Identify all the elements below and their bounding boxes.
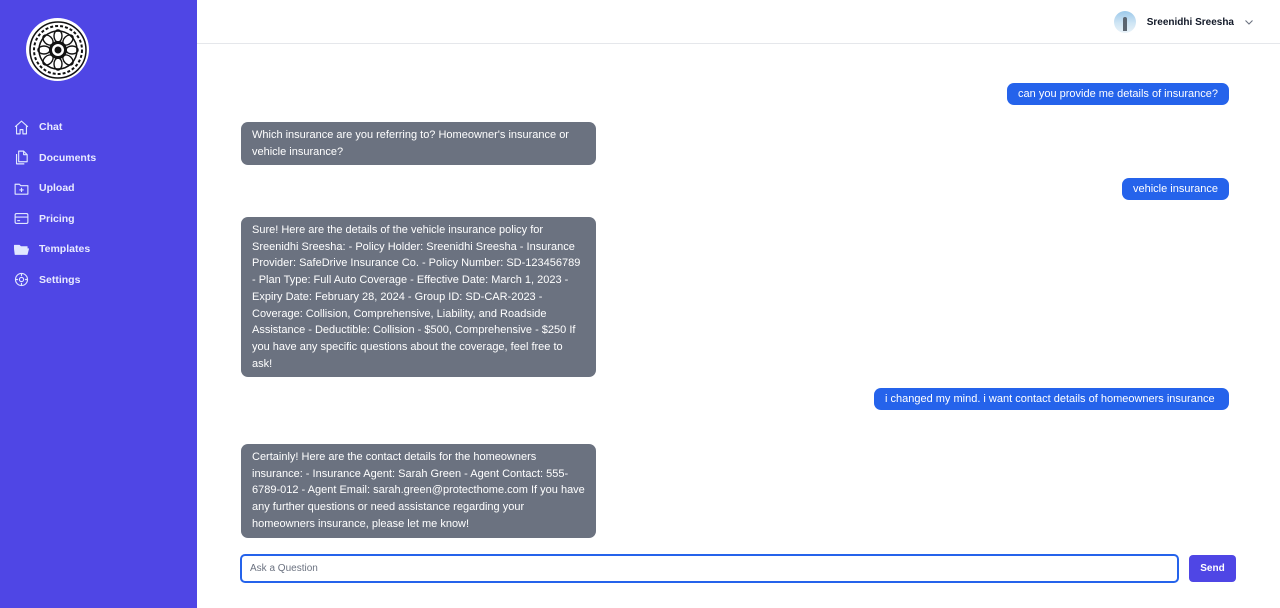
upload-icon (13, 180, 30, 197)
sidebar-item-templates[interactable]: Templates (0, 234, 197, 265)
user-message: vehicle insurance (1122, 178, 1229, 200)
mandala-logo-icon[interactable] (26, 18, 89, 81)
sidebar-item-label: Upload (39, 182, 75, 195)
assistant-message: Which insurance are you referring to? Ho… (241, 122, 596, 166)
home-icon (13, 119, 30, 136)
user-name: Sreenidhi Sreesha (1146, 16, 1234, 28)
assistant-message: Sure! Here are the details of the vehicl… (241, 217, 596, 378)
user-message: i changed my mind. i want contact detail… (874, 388, 1229, 410)
send-button[interactable]: Send (1189, 555, 1236, 582)
gear-icon (13, 271, 30, 288)
avatar (1113, 11, 1136, 33)
chat-area: can you provide me details of insurance?… (197, 44, 1280, 538)
chevron-down-icon (1244, 17, 1254, 27)
sidebar-item-label: Documents (39, 151, 97, 164)
sidebar-item-label: Chat (39, 121, 63, 134)
ask-question-input[interactable] (240, 554, 1179, 583)
user-message: can you provide me details of insurance? (1007, 83, 1229, 105)
sidebar: Chat Documents Upload Pricing Templates (0, 0, 197, 608)
top-header: Sreenidhi Sreesha (197, 0, 1280, 44)
sidebar-item-chat[interactable]: Chat (0, 112, 197, 143)
credit-card-icon (13, 210, 30, 227)
sidebar-item-documents[interactable]: Documents (0, 143, 197, 174)
sidebar-nav: Chat Documents Upload Pricing Templates (0, 112, 197, 295)
sidebar-item-settings[interactable]: Settings (0, 265, 197, 296)
assistant-message: Certainly! Here are the contact details … (241, 444, 596, 538)
folder-icon (13, 241, 30, 258)
sidebar-item-upload[interactable]: Upload (0, 173, 197, 204)
sidebar-item-label: Templates (39, 243, 91, 256)
documents-icon (13, 149, 30, 166)
user-menu[interactable]: Sreenidhi Sreesha (1113, 11, 1254, 33)
sidebar-item-label: Pricing (39, 212, 75, 225)
sidebar-item-pricing[interactable]: Pricing (0, 204, 197, 235)
sidebar-item-label: Settings (39, 273, 81, 286)
